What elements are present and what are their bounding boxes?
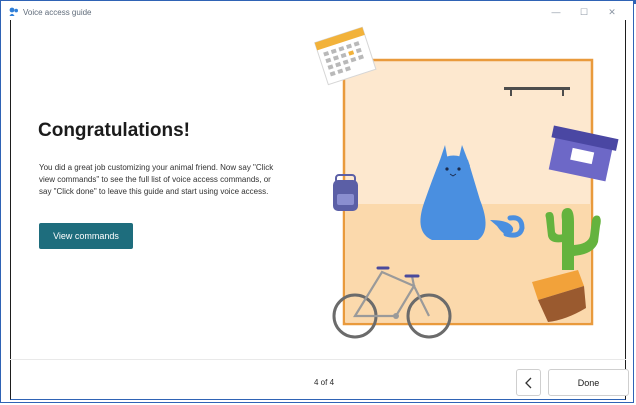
done-button[interactable]: Done — [548, 369, 629, 396]
title-bar[interactable]: Voice access guide — ☐ ✕ — [9, 6, 625, 18]
guide-description: You did a great job customizing your ani… — [39, 163, 274, 196]
window-controls: — ☐ ✕ — [549, 6, 619, 18]
voice-access-app-icon — [9, 7, 18, 16]
back-button[interactable] — [516, 369, 541, 396]
page-indicator: 4 of 4 — [314, 378, 335, 387]
chevron-left-icon — [524, 377, 531, 388]
footer-divider — [10, 359, 626, 360]
backpack-icon — [333, 174, 358, 211]
view-commands-button[interactable]: View commands — [39, 223, 133, 249]
window-title: Voice access guide — [23, 7, 92, 17]
animal-room-illustration — [314, 26, 619, 339]
maximize-button[interactable]: ☐ — [577, 6, 591, 18]
minimize-button[interactable]: — — [549, 6, 563, 18]
page-heading: Congratulations! — [38, 120, 190, 141]
close-button[interactable]: ✕ — [605, 6, 619, 18]
